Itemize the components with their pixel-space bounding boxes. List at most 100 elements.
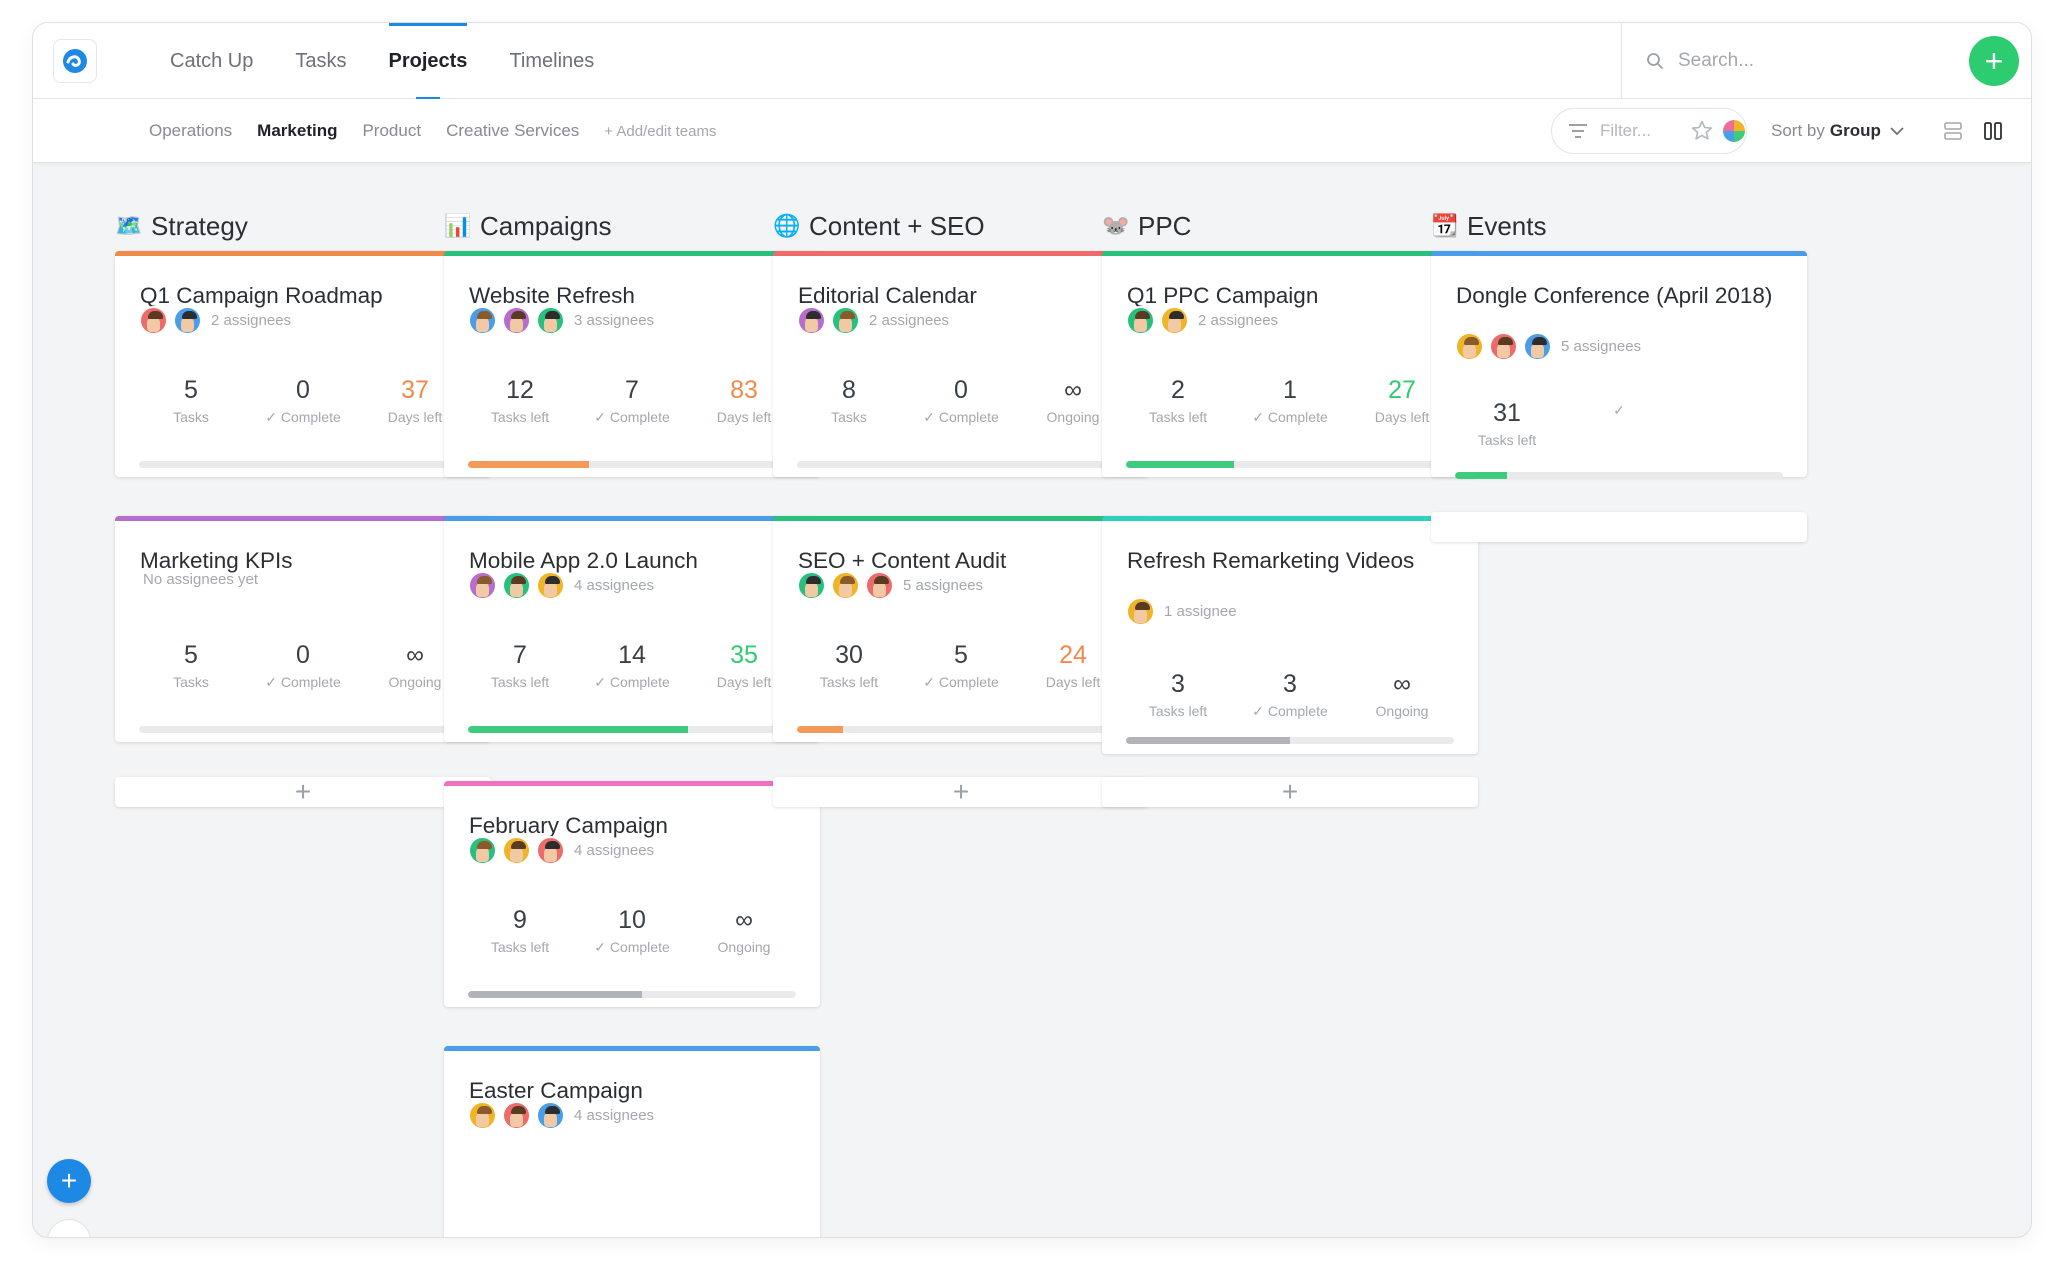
avatar-face (476, 317, 489, 332)
avatar-hair (1169, 311, 1184, 319)
avatar-hair (477, 1106, 492, 1114)
team-tab-operations[interactable]: Operations (149, 121, 232, 141)
stat-label: ✓ Complete (1252, 409, 1328, 425)
quick-add-button[interactable]: + (47, 1159, 91, 1203)
avatar-hair (477, 841, 492, 849)
color-filter-icon[interactable] (1722, 119, 1746, 143)
column-header: 📊 Campaigns (444, 208, 612, 244)
avatar (1126, 306, 1155, 335)
team-tab-marketing[interactable]: Marketing (257, 121, 337, 141)
avatar-face (510, 1112, 523, 1127)
team-tab-product[interactable]: Product (362, 121, 421, 141)
column-header: 🐭 PPC (1102, 208, 1191, 244)
avatar-face (476, 582, 489, 597)
filter-input[interactable] (1600, 121, 1684, 141)
progress-fill (468, 461, 590, 468)
add-project-button[interactable]: + (1102, 777, 1478, 807)
project-card[interactable]: February Campaign 4 assignees 9 Tasks left 1… (444, 781, 820, 1007)
avatar-face (544, 847, 557, 862)
project-card[interactable]: Marketing KPIs No assignees yet 5 Tasks 0 ✓ C… (115, 516, 491, 742)
assignee-count: 2 assignees (869, 312, 950, 329)
add-edit-teams-link[interactable]: + Add/edit teams (604, 123, 716, 140)
avatar-face (510, 582, 523, 597)
stat-value: 9 (513, 906, 527, 934)
progress-fill (1126, 461, 1235, 468)
avatar (865, 571, 894, 600)
stat-block: 0 ✓ Complete (905, 375, 1017, 426)
project-card[interactable]: Easter Campaign 4 assignees (444, 1046, 820, 1237)
column-header: 📆 Events (1431, 208, 1547, 244)
project-title: Refresh Remarketing Videos (1127, 548, 1415, 573)
stat-block: 2 Tasks left (1122, 375, 1234, 426)
stat-block: 3 Tasks left (1122, 669, 1234, 720)
chat-button[interactable] (47, 1219, 91, 1237)
assignee-list: 4 assignees (468, 571, 654, 600)
column-icon: 🗺️ (115, 213, 143, 238)
stat-label: ✓ Complete (923, 409, 999, 425)
stat-block: 0 ✓ Complete (247, 640, 359, 691)
stat-value: 5 (954, 641, 968, 669)
app-logo[interactable] (53, 39, 97, 83)
project-stats: 30 Tasks left 5 ✓ Complete 24 Days left (773, 640, 1149, 691)
project-card[interactable]: Q1 Campaign Roadmap 2 assignees 5 Tasks 0 ✓ C… (115, 251, 491, 477)
project-card[interactable]: Website Refresh 3 assignees 12 Tasks left 7 ✓… (444, 251, 820, 477)
filter-box[interactable] (1551, 108, 1747, 154)
progress-bar (139, 726, 467, 733)
assignee-count: 4 assignees (574, 577, 655, 594)
assignee-list: 4 assignees (468, 1101, 654, 1130)
stat-value: 31 (1493, 399, 1521, 427)
project-card[interactable]: Refresh Remarketing Videos 1 assignee 3 Tas… (1102, 516, 1478, 754)
stat-label: Tasks left (819, 674, 879, 690)
avatar-face (544, 317, 557, 332)
project-card[interactable]: Q1 PPC Campaign 2 assignees 2 Tasks left 1 ✓ … (1102, 251, 1478, 477)
list-view-icon[interactable] (1941, 119, 1965, 143)
avatar-face (510, 317, 523, 332)
sort-dropdown[interactable]: Sort by Group (1771, 99, 1905, 163)
stat-block: 14 ✓ Complete (576, 640, 688, 691)
project-card[interactable]: Editorial Calendar 2 assignees 8 Tasks 0 ✓ Co… (773, 251, 1149, 477)
assignee-list: 4 assignees (468, 836, 654, 865)
stat-block: 5 Tasks (135, 640, 247, 691)
project-card[interactable]: Mobile App 2.0 Launch 4 assignees 7 Tasks l… (444, 516, 820, 742)
add-project-button[interactable]: + (773, 777, 1149, 807)
stat-label: ✓ Complete (594, 674, 670, 690)
avatar-face (544, 1112, 557, 1127)
star-icon[interactable] (1690, 119, 1714, 143)
avatar-hair (545, 311, 560, 319)
team-navigation: Operations Marketing Product Creative Servi… (33, 99, 2031, 163)
stat-label: Ongoing (1375, 703, 1429, 719)
tab-catch-up[interactable]: Catch Up (149, 23, 274, 99)
project-card[interactable]: Dongle Conference (April 2018) 5 assignee… (1431, 251, 1807, 479)
avatar (831, 571, 860, 600)
tab-timelines[interactable]: Timelines (488, 23, 615, 99)
app-window: Catch UpTasksProjectsTimelines + Operati… (32, 22, 2032, 1238)
project-stats: 31 Tasks left ✓ (1431, 398, 1807, 448)
tab-tasks[interactable]: Tasks (274, 23, 367, 99)
assignee-list: 5 assignees (797, 571, 983, 600)
stat-value: 0 (296, 376, 310, 404)
tab-projects[interactable]: Projects (368, 23, 489, 100)
avatar-hair (511, 311, 526, 319)
stat-value: ∞ (1393, 670, 1411, 698)
stat-label: ✓ Complete (1252, 703, 1328, 719)
add-project-button[interactable]: + (115, 777, 491, 807)
stat-label: Tasks left (1477, 432, 1537, 448)
avatar-hair (148, 311, 163, 319)
add-new-button[interactable]: + (1969, 36, 2019, 86)
search-input[interactable] (1678, 50, 1938, 72)
stat-label: Tasks (173, 409, 209, 425)
stat-label: Tasks (831, 409, 867, 425)
project-stats: 2 Tasks left 1 ✓ Complete 27 Days left (1102, 375, 1478, 426)
stat-value: 5 (184, 376, 198, 404)
progress-bar (468, 461, 796, 468)
stat-value: 7 (625, 376, 639, 404)
board-view-icon[interactable] (1981, 119, 2005, 143)
avatar-face (544, 582, 557, 597)
stat-value: 1 (1283, 376, 1297, 404)
add-project-button[interactable] (1431, 512, 1807, 542)
stat-value: ∞ (735, 906, 753, 934)
team-tab-creative-services[interactable]: Creative Services (446, 121, 579, 141)
stat-value: 3 (1283, 670, 1297, 698)
avatar-hair (1135, 602, 1150, 610)
project-card[interactable]: SEO + Content Audit 5 assignees 30 Tasks le… (773, 516, 1149, 742)
